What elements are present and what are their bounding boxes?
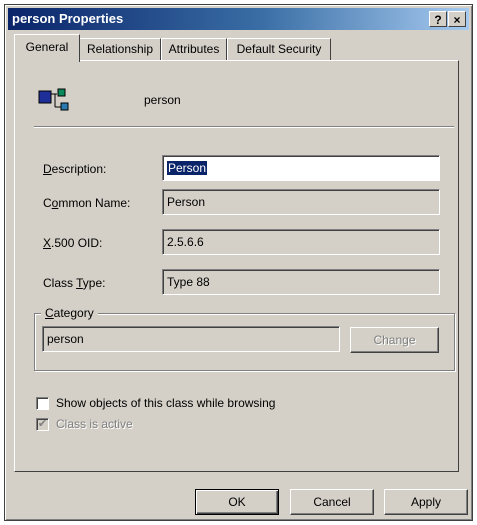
class-type-label-a: Class <box>43 276 77 290</box>
tab-attributes[interactable]: Attributes <box>161 38 227 60</box>
window-title: person Properties <box>12 11 124 26</box>
class-active-checkbox[interactable]: ✔ <box>36 418 49 431</box>
tab-relationship[interactable]: Relationship <box>79 38 161 60</box>
show-objects-checkbox[interactable] <box>36 397 49 410</box>
class-active-label: Class is active <box>56 417 133 431</box>
common-name-label: Common Name: <box>43 196 131 210</box>
show-objects-label: Show objects of this class while browsin… <box>56 396 276 410</box>
oid-field: 2.5.6.6 <box>162 229 440 255</box>
tab-default-security[interactable]: Default Security <box>227 38 331 60</box>
ok-button[interactable]: OK <box>195 489 279 515</box>
class-name-heading: person <box>144 93 181 107</box>
oid-label: X.500 OID: <box>43 236 103 250</box>
apply-button[interactable]: Apply <box>384 489 468 515</box>
class-type-field: Type 88 <box>162 269 440 295</box>
common-name-label-rest: mmon Name: <box>58 196 131 210</box>
general-tab-panel <box>14 60 459 472</box>
close-button[interactable]: × <box>448 11 466 27</box>
category-field: person <box>42 326 340 352</box>
common-name-field: Person <box>162 189 440 215</box>
class-schema-icon <box>38 88 69 111</box>
tab-general[interactable]: General <box>14 34 80 62</box>
checkmark-icon: ✔ <box>37 418 48 430</box>
class-type-label-b: ype: <box>82 276 106 290</box>
cancel-button[interactable]: Cancel <box>290 489 374 515</box>
oid-label-rest: .500 OID: <box>51 236 103 250</box>
category-label-rest: ategory <box>53 306 94 320</box>
help-button[interactable]: ? <box>429 11 447 27</box>
class-type-label: Class Type: <box>43 276 106 290</box>
common-name-label-c: C <box>43 196 52 210</box>
description-field[interactable]: Person <box>162 155 440 181</box>
category-group-label: Category <box>41 306 98 320</box>
title-bar[interactable]: person Properties ? × <box>8 8 469 30</box>
change-button[interactable]: Change <box>350 327 439 353</box>
description-label: Description: <box>43 162 107 176</box>
description-label-text: escription: <box>51 162 107 176</box>
description-value: Person <box>167 161 208 175</box>
header-separator <box>34 126 454 128</box>
